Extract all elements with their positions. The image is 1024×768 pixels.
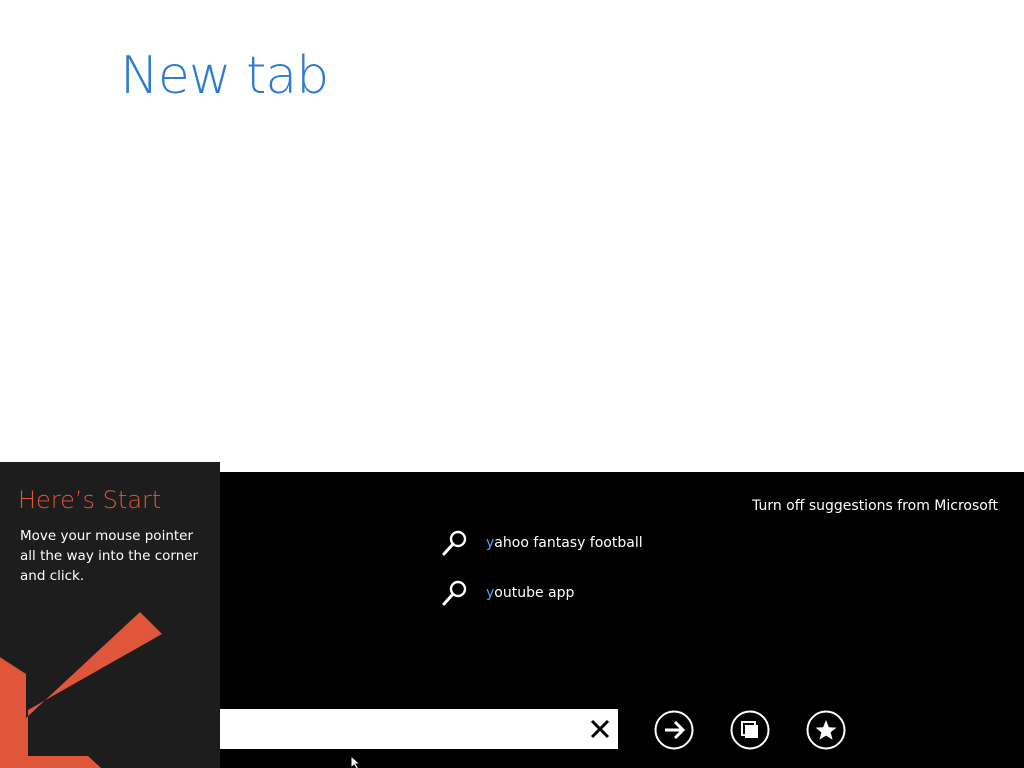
go-button[interactable] [654,710,694,750]
address-bar[interactable] [220,709,618,749]
tabs-button[interactable] [730,710,770,750]
browser-page: New tab Turn off suggestions from Micros… [0,0,1024,768]
turn-off-suggestions-link[interactable]: Turn off suggestions from Microsoft [752,498,998,514]
arrow-down-left-icon [0,612,162,768]
start-tip-title: Here’s Start [18,486,162,514]
app-bar: Turn off suggestions from Microsoft yaho… [220,472,1024,768]
suggestion-text: yahoo fantasy football [486,535,643,551]
star-icon [815,720,837,740]
suggestion-completion: ahoo fantasy football [494,535,643,551]
search-icon [442,580,467,606]
suggestion-text: youtube app [486,585,574,601]
page-title: New tab [120,46,329,106]
start-tip-panel: Here’s Start Move your mouse pointer all… [0,462,220,768]
tabs-icon [741,721,758,738]
start-tip-body: Move your mouse pointer all the way into… [20,528,199,584]
close-icon[interactable] [588,717,612,741]
address-input[interactable] [220,709,580,749]
suggestion-completion: outube app [494,585,575,601]
search-icon [442,530,467,556]
suggestion-item[interactable]: youtube app [440,573,574,613]
mouse-cursor-icon [350,756,362,768]
suggestion-item[interactable]: yahoo fantasy football [440,523,643,563]
arrow-right-icon [665,720,686,740]
favorites-button[interactable] [806,710,846,750]
